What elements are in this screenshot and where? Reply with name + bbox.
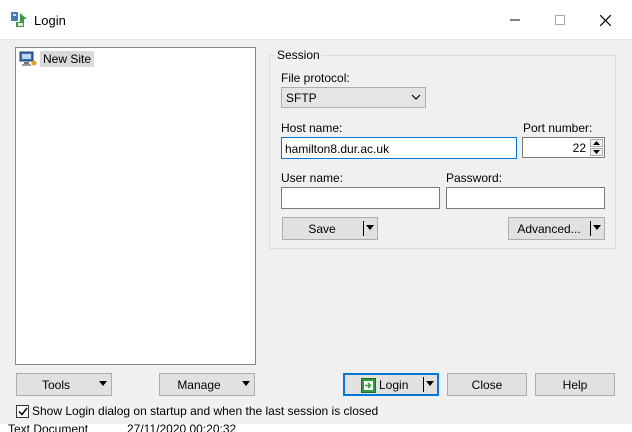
background-file-row: Text Document 27/11/2020 00:20:32 [0, 424, 632, 432]
startup-checkbox-label: Show Login dialog on startup and when th… [32, 404, 379, 418]
file-protocol-label: File protocol: [281, 71, 350, 85]
user-name-label: User name: [281, 171, 344, 185]
site-tree[interactable]: New Site [15, 47, 256, 365]
tree-item-label: New Site [40, 51, 95, 67]
computer-icon [19, 51, 37, 66]
tools-button[interactable]: Tools [16, 373, 112, 396]
close-icon [599, 14, 611, 26]
background-file-type: Text Document [8, 424, 89, 432]
port-number-label: Port number: [523, 121, 593, 135]
advanced-split-separator [590, 221, 591, 236]
arrow-down-icon [593, 150, 600, 154]
arrow-up-icon [593, 141, 600, 145]
advanced-dropdown-icon[interactable] [593, 225, 601, 231]
maximize-button[interactable] [537, 0, 583, 40]
login-button[interactable]: Login [343, 373, 439, 396]
tools-dropdown-icon [99, 381, 107, 386]
tree-item-new-site[interactable]: New Site [19, 50, 95, 68]
advanced-label: Advanced... [517, 222, 581, 236]
port-spin-buttons [590, 139, 603, 156]
port-decrement-button[interactable] [590, 148, 603, 156]
checkmark-icon [17, 407, 28, 416]
help-label: Help [562, 377, 588, 392]
minimize-icon [510, 19, 520, 21]
maximize-icon [555, 15, 565, 25]
save-dropdown-icon[interactable] [366, 225, 374, 231]
password-input[interactable] [446, 187, 605, 209]
login-icon [361, 378, 376, 393]
user-name-input[interactable] [281, 187, 440, 209]
host-name-input[interactable]: hamilton8.dur.ac.uk [281, 137, 517, 159]
port-number-value: 22 [572, 141, 586, 155]
session-caption: Session [275, 48, 322, 62]
save-button[interactable]: Save [282, 217, 378, 240]
title-bar: Login [0, 0, 632, 40]
minimize-button[interactable] [492, 0, 538, 40]
manage-label: Manage [177, 378, 221, 392]
port-number-spinner[interactable]: 22 [522, 137, 605, 158]
save-split-separator [363, 221, 364, 236]
close-label: Close [471, 377, 503, 392]
file-protocol-select[interactable]: SFTP [281, 87, 426, 108]
login-split-separator [423, 377, 424, 392]
help-button[interactable]: Help [535, 373, 615, 396]
login-label: Login [379, 378, 409, 392]
host-name-label: Host name: [281, 121, 343, 135]
host-name-value: hamilton8.dur.ac.uk [285, 142, 390, 156]
chevron-down-icon [411, 94, 421, 100]
password-label: Password: [446, 171, 503, 185]
close-window-button[interactable] [582, 0, 628, 40]
window-title: Login [34, 13, 66, 28]
port-increment-button[interactable] [590, 139, 603, 147]
close-button[interactable]: Close [447, 373, 527, 396]
tools-label: Tools [41, 378, 70, 392]
login-dropdown-icon[interactable] [426, 381, 434, 387]
startup-checkbox[interactable] [16, 404, 29, 418]
winscp-app-icon [11, 12, 27, 27]
manage-button[interactable]: Manage [159, 373, 255, 396]
save-label: Save [308, 222, 336, 236]
manage-dropdown-icon [242, 381, 250, 386]
file-protocol-value: SFTP [286, 91, 317, 105]
startup-option-row[interactable]: Show Login dialog on startup and when th… [16, 404, 378, 418]
advanced-button[interactable]: Advanced... [508, 217, 605, 240]
background-file-date: 27/11/2020 00:20:32 [127, 424, 237, 432]
